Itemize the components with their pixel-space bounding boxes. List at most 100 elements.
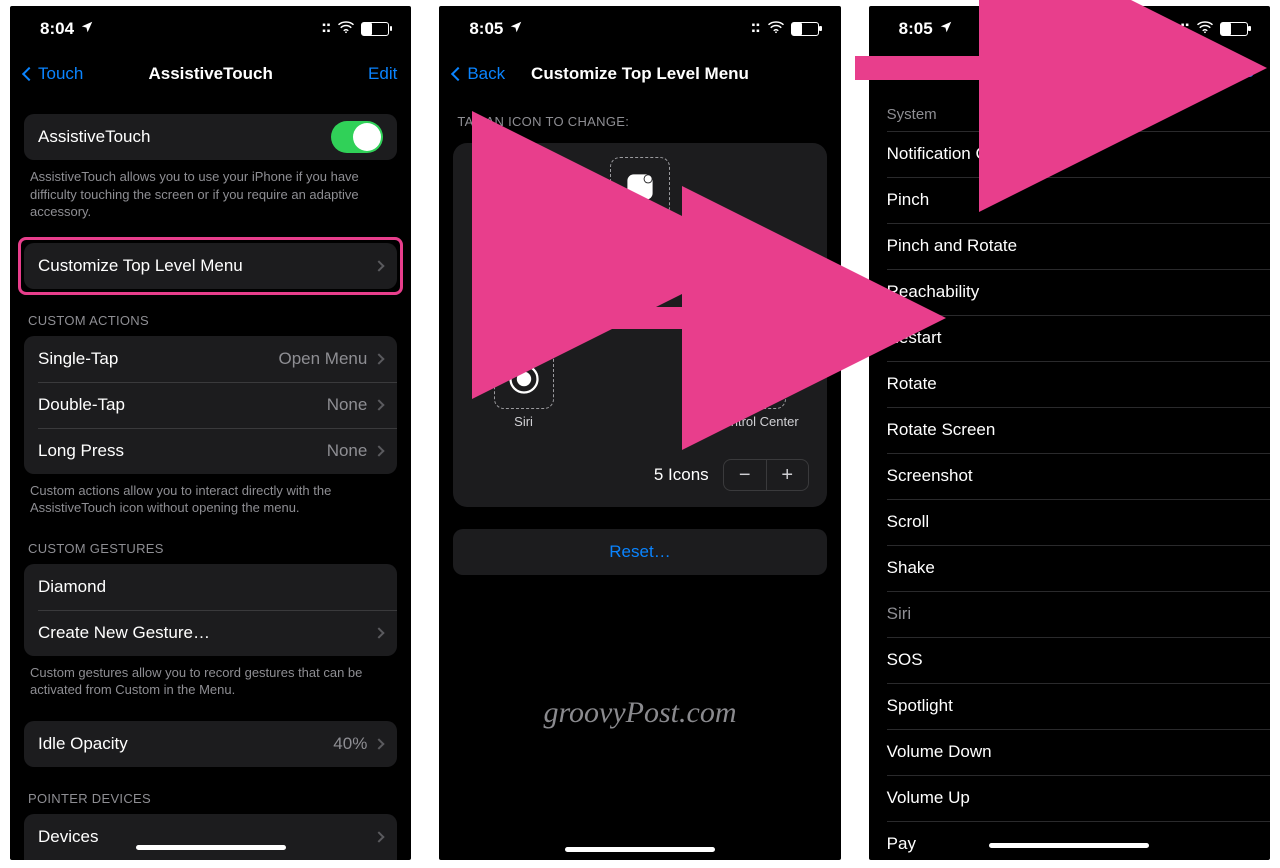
list-item[interactable]: Volume Up [869, 775, 1270, 821]
watermark: groovyPost.com [439, 696, 840, 730]
list-item-restart[interactable]: Restart [869, 315, 1270, 361]
wifi-icon [767, 19, 785, 39]
custom-gestures-group: Diamond Create New Gesture… [24, 564, 397, 656]
icon-label: Custom [501, 319, 546, 347]
list-item[interactable]: Rotate [869, 361, 1270, 407]
screenshot-2: 8:05 ▪▪▪▪ Back Customize Top Level Menu … [439, 6, 840, 860]
stepper-minus[interactable]: − [724, 460, 766, 490]
customize-label: Customize Top Level Menu [38, 256, 243, 276]
icon-grid-panel: Notification Center Custom Device Sir [453, 143, 826, 507]
chevron-left-icon [451, 67, 465, 81]
toggle-switch-on[interactable] [331, 121, 383, 153]
idle-opacity-group: Idle Opacity 40% [24, 721, 397, 767]
list-item[interactable]: Notification Center [869, 131, 1270, 177]
icon-count-label: 5 Icons [654, 465, 709, 485]
row-label: Double-Tap [38, 395, 125, 415]
custom-gestures-desc: Custom gestures allow you to record gest… [24, 656, 397, 699]
assistivetouch-toggle-row[interactable]: AssistiveTouch [24, 114, 397, 160]
stepper-plus[interactable]: + [766, 460, 808, 490]
battery-icon [791, 22, 819, 36]
icon-label: Control Center [714, 415, 799, 443]
dual-sim-icon: ▪▪▪▪ [752, 23, 761, 35]
back-button[interactable]: Touch [24, 64, 83, 84]
custom-actions-group: Single-Tap Open Menu Double-Tap None Lon… [24, 336, 397, 474]
location-icon [80, 19, 94, 39]
status-bar: 8:05 ▪▪▪▪ [439, 6, 840, 52]
row-value: 40% [333, 734, 367, 754]
icon-label: Device [737, 319, 777, 347]
custom-actions-header: CUSTOM ACTIONS [24, 289, 397, 336]
list-item[interactable]: SOS [869, 637, 1270, 683]
dual-sim-icon: ▪▪▪▪ [322, 23, 331, 35]
pointer-devices-group: Devices Mouse Keys [24, 814, 397, 860]
nav-bar: Touch AssistiveTouch Edit [10, 52, 411, 96]
diamond-row[interactable]: Diamond [24, 564, 397, 610]
status-time: 8:05 [469, 19, 503, 39]
list-item[interactable]: Pinch [869, 177, 1270, 223]
battery-icon [1220, 22, 1248, 36]
row-value: None [327, 395, 368, 415]
long-press-row[interactable]: Long Press None [24, 428, 397, 474]
done-button[interactable]: Done [1211, 62, 1254, 82]
list-item-apple-pay[interactable]: Pay [869, 821, 1270, 860]
status-time: 8:05 [899, 19, 933, 39]
row-label: Single-Tap [38, 349, 118, 369]
row-label: Pay [887, 834, 916, 853]
status-time: 8:04 [40, 19, 74, 39]
siri-icon-slot[interactable]: Siri [478, 349, 570, 443]
chevron-right-icon [374, 260, 385, 271]
chevron-right-icon [374, 738, 385, 749]
double-tap-row[interactable]: Double-Tap None [24, 382, 397, 428]
location-icon [509, 19, 523, 39]
icon-label: Siri [514, 415, 533, 443]
list-item[interactable]: Screenshot [869, 453, 1270, 499]
notif-center-icon-slot[interactable]: Notification Center [594, 157, 686, 251]
custom-actions-desc: Custom actions allow you to interact dir… [24, 474, 397, 517]
list-item[interactable]: Scroll [869, 499, 1270, 545]
assistivetouch-toggle-group: AssistiveTouch [24, 114, 397, 160]
back-button[interactable]: Back [453, 64, 505, 84]
status-bar: 8:05 ▪▪▪▪ [869, 6, 1270, 52]
edit-button[interactable]: Edit [368, 64, 397, 84]
list-item[interactable]: Rotate Screen [869, 407, 1270, 453]
idle-opacity-row[interactable]: Idle Opacity 40% [24, 721, 397, 767]
wifi-icon [1196, 19, 1214, 39]
custom-icon-slot[interactable]: Custom [478, 253, 570, 347]
row-value: None [327, 441, 368, 461]
pointer-devices-header: POINTER DEVICES [24, 767, 397, 814]
create-new-gesture-row[interactable]: Create New Gesture… [24, 610, 397, 656]
control-center-icon-slot[interactable]: Control Center [710, 349, 802, 443]
single-tap-row[interactable]: Single-Tap Open Menu [24, 336, 397, 382]
back-label: Back [467, 64, 505, 84]
list-item[interactable]: Reachability [869, 269, 1270, 315]
system-section-header: System [869, 92, 1270, 131]
chevron-right-icon [374, 627, 385, 638]
chevron-right-icon [374, 353, 385, 364]
list-item[interactable]: Pinch and Rotate [869, 223, 1270, 269]
dual-sim-icon: ▪▪▪▪ [1181, 23, 1190, 35]
chevron-right-icon [374, 831, 385, 842]
toggle-description: AssistiveTouch allows you to use your iP… [24, 160, 397, 221]
reset-button[interactable]: Reset… [453, 529, 826, 575]
screenshot-1: 8:04 ▪▪▪▪ Touch AssistiveTouch Edit [10, 6, 411, 860]
list-item-siri-disabled[interactable]: Siri [869, 591, 1270, 637]
device-icon-slot[interactable]: Device [710, 253, 802, 347]
row-label: Create New Gesture… [38, 623, 210, 643]
list-item[interactable]: Volume Down [869, 729, 1270, 775]
row-label: Long Press [38, 441, 124, 461]
status-bar: 8:04 ▪▪▪▪ [10, 6, 411, 52]
nav-bar: Back Customize Top Level Menu [439, 52, 840, 96]
custom-gestures-header: CUSTOM GESTURES [24, 517, 397, 564]
customize-top-level-menu-row[interactable]: Customize Top Level Menu [24, 243, 397, 289]
row-label: Idle Opacity [38, 734, 128, 754]
toggle-label: AssistiveTouch [38, 127, 150, 147]
devices-row[interactable]: Devices [24, 814, 397, 860]
location-icon [939, 19, 953, 39]
list-item[interactable]: Shake [869, 545, 1270, 591]
home-indicator [565, 847, 715, 852]
battery-icon [361, 22, 389, 36]
wifi-icon [337, 19, 355, 39]
chevron-left-icon [22, 67, 36, 81]
list-item[interactable]: Spotlight [869, 683, 1270, 729]
row-label: Diamond [38, 577, 106, 597]
